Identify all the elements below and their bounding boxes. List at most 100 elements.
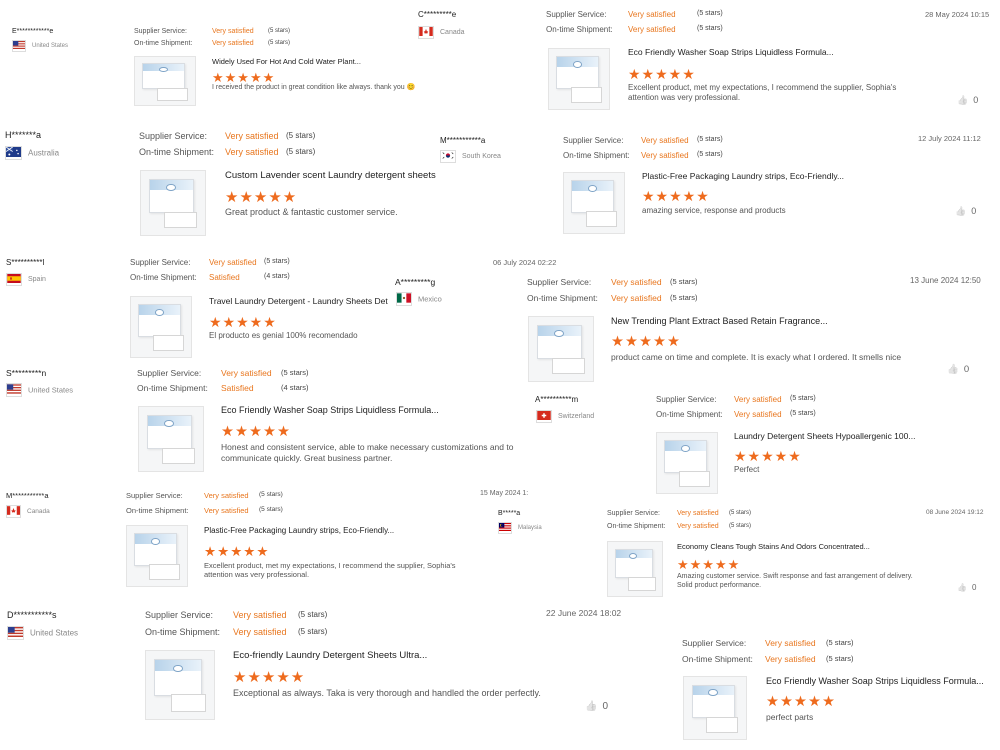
product-sheet-image xyxy=(585,211,617,227)
on-time-shipment-row: On-time Shipment: Satisfied (4 stars) xyxy=(130,273,290,282)
helpful-like-button[interactable]: 👍 0 xyxy=(585,701,608,712)
supplier-service-row: Supplier Service: Very satisfied (5 stars) xyxy=(607,510,751,517)
on-time-shipment-value: Satisfied xyxy=(209,273,240,282)
product-thumbnail[interactable] xyxy=(140,170,206,236)
on-time-shipment-value: Very satisfied xyxy=(212,40,254,47)
product-title-link[interactable]: Plastic-Free Packaging Laundry strips, E… xyxy=(642,171,844,181)
product-package-image xyxy=(614,548,653,578)
product-thumbnail[interactable] xyxy=(145,650,215,720)
supplier-service-value: Very satisfied xyxy=(734,395,782,404)
reviewer-name: M***********a xyxy=(6,491,49,500)
country-flag-icon xyxy=(6,505,21,518)
product-thumbnail[interactable] xyxy=(528,316,594,382)
product-thumbnail[interactable] xyxy=(126,525,188,587)
supplier-service-value: Very satisfied xyxy=(628,10,676,19)
product-title-link[interactable]: Widely Used For Hot And Cold Water Plant… xyxy=(212,57,361,66)
supplier-service-label: Supplier Service: xyxy=(563,136,624,145)
review-date: 28 May 2024 10:15 xyxy=(925,10,990,19)
on-time-shipment-stars-text: (5 stars) xyxy=(268,40,291,46)
on-time-shipment-stars-text: (5 stars) xyxy=(790,410,816,417)
helpful-like-button[interactable]: 👍 0 xyxy=(957,583,976,592)
product-thumbnail[interactable] xyxy=(548,48,610,110)
helpful-like-button[interactable]: 👍 0 xyxy=(957,95,978,106)
rating-stars: ★★★★★ xyxy=(221,424,291,440)
product-sheet-image xyxy=(627,576,656,591)
on-time-shipment-value: Very satisfied xyxy=(611,293,662,303)
supplier-service-row: Supplier Service: Very satisfied (5 stars) xyxy=(126,491,283,500)
like-count: 0 xyxy=(602,701,609,712)
product-title-link[interactable]: Eco Friendly Washer Soap Strips Liquidle… xyxy=(221,405,439,415)
product-title-link[interactable]: Eco Friendly Washer Soap Strips Liquidle… xyxy=(766,676,984,686)
on-time-shipment-stars-text: (5 stars) xyxy=(298,627,328,636)
product-title-link[interactable]: Eco Friendly Washer Soap Strips Liquidle… xyxy=(628,47,834,57)
product-sheet-image xyxy=(570,87,602,103)
supplier-service-value: Very satisfied xyxy=(204,491,249,500)
supplier-service-value: Very satisfied xyxy=(221,368,272,378)
product-thumbnail[interactable] xyxy=(134,56,196,106)
product-thumbnail[interactable] xyxy=(656,432,718,494)
review-comment: amazing service, response and products xyxy=(642,206,786,215)
supplier-service-stars-text: (5 stars) xyxy=(259,491,283,498)
reviewer-name: E************e xyxy=(12,28,54,35)
product-sheet-image xyxy=(156,88,188,101)
product-package-image xyxy=(142,63,185,89)
supplier-service-row: Supplier Service: Very satisfied (5 stars) xyxy=(145,610,327,620)
rating-stars: ★★★★★ xyxy=(225,189,298,206)
supplier-service-row: Supplier Service: Very satisfied (5 stars) xyxy=(134,28,290,35)
country-name: United States xyxy=(32,43,69,49)
product-title-link[interactable]: Eco-friendly Laundry Detergent Sheets Ul… xyxy=(233,650,427,661)
reviewer-country: Malaysia xyxy=(498,522,542,534)
supplier-service-value: Very satisfied xyxy=(225,131,279,141)
helpful-like-button[interactable]: 👍 0 xyxy=(947,364,969,375)
supplier-service-value: Very satisfied xyxy=(611,277,662,287)
country-name: Canada xyxy=(440,29,465,36)
country-name: Canada xyxy=(27,508,50,515)
helpful-like-button[interactable]: 👍 0 xyxy=(955,206,976,217)
country-name: Mexico xyxy=(418,294,442,304)
country-name: Spain xyxy=(28,276,46,283)
supplier-service-label: Supplier Service: xyxy=(126,491,183,500)
product-thumbnail[interactable] xyxy=(683,676,747,740)
review-comment: Exceptional as always. Taka is very thor… xyxy=(233,688,541,698)
product-title-link[interactable]: Plastic-Free Packaging Laundry strips, E… xyxy=(204,526,394,535)
product-title-link[interactable]: Laundry Detergent Sheets Hypoallergenic … xyxy=(734,431,915,441)
review-comment: El producto es genial 100% recomendado xyxy=(209,331,358,340)
supplier-service-row: Supplier Service: Very satisfied (5 stars) xyxy=(656,395,816,404)
review-comment: Excellent product, met my expectations, … xyxy=(628,83,897,102)
supplier-service-row: Supplier Service: Very satisfied (5 stars) xyxy=(139,131,315,141)
review-date: 06 July 2024 02:22 xyxy=(493,258,557,267)
on-time-shipment-value: Very satisfied xyxy=(734,410,782,419)
rating-stars: ★★★★★ xyxy=(628,66,696,82)
reviewer-name: S**********l xyxy=(6,258,45,267)
supplier-service-label: Supplier Service: xyxy=(682,638,747,648)
product-package-image xyxy=(154,659,202,696)
review-comment: Honest and consistent service, able to m… xyxy=(221,442,514,463)
on-time-shipment-stars-text: (4 stars) xyxy=(281,383,309,392)
on-time-shipment-label: On-time Shipment: xyxy=(607,523,666,530)
supplier-service-value: Very satisfied xyxy=(765,638,816,648)
product-thumbnail[interactable] xyxy=(607,541,663,597)
product-title-link[interactable]: New Trending Plant Extract Based Retain … xyxy=(611,316,828,326)
on-time-shipment-label: On-time Shipment: xyxy=(137,383,208,393)
reviewer-name: S*********n xyxy=(6,368,47,378)
thumbs-up-icon: 👍 xyxy=(957,95,969,105)
supplier-service-stars-text: (5 stars) xyxy=(697,10,723,17)
on-time-shipment-value: Very satisfied xyxy=(641,151,689,160)
supplier-service-row: Supplier Service: Very satisfied (5 stars) xyxy=(130,258,290,267)
on-time-shipment-stars-text: (5 stars) xyxy=(670,293,698,302)
on-time-shipment-row: On-time Shipment: Very satisfied (5 stars) xyxy=(134,40,290,47)
supplier-service-value: Very satisfied xyxy=(212,28,254,35)
product-thumbnail[interactable] xyxy=(138,406,204,472)
product-title-link[interactable]: Economy Cleans Tough Stains And Odors Co… xyxy=(677,542,870,551)
product-thumbnail[interactable] xyxy=(563,172,625,234)
product-thumbnail[interactable] xyxy=(130,296,192,358)
product-title-link[interactable]: Custom Lavender scent Laundry detergent … xyxy=(225,170,436,181)
supplier-service-value: Very satisfied xyxy=(641,136,689,145)
product-title-link[interactable]: Travel Laundry Detergent - Laundry Sheet… xyxy=(209,296,388,306)
on-time-shipment-row: On-time Shipment: Satisfied (4 stars) xyxy=(137,383,309,393)
reviewer-name: A**********m xyxy=(535,395,579,404)
review-comment: product came on time and complete. It is… xyxy=(611,352,902,362)
review-date: 15 May 2024 1: xyxy=(480,490,529,497)
like-count: 0 xyxy=(973,95,979,105)
country-flag-icon xyxy=(5,146,22,160)
